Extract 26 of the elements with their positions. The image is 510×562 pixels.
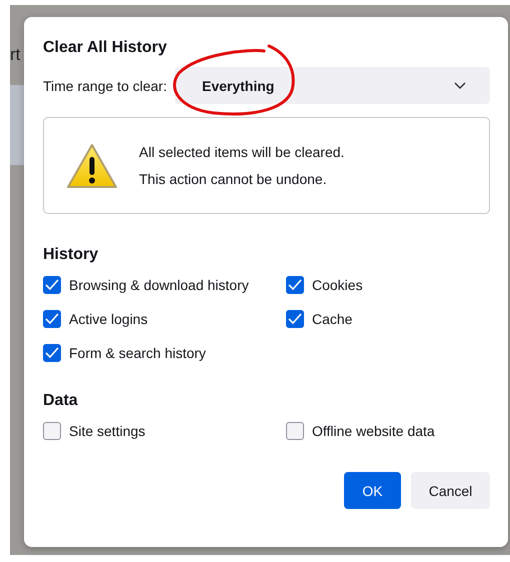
checkbox-label: Cookies <box>312 277 363 293</box>
checkbox[interactable] <box>43 422 61 440</box>
warning-icon <box>66 142 118 188</box>
checkbox[interactable] <box>286 310 304 328</box>
checkbox[interactable] <box>286 422 304 440</box>
checkbox-label: Offline website data <box>312 423 435 439</box>
warning-text: All selected items will be cleared. <box>139 142 344 162</box>
ok-button[interactable]: OK <box>344 472 401 509</box>
warning-text: This action cannot be undone. <box>139 170 328 188</box>
checkbox[interactable] <box>286 276 304 294</box>
checkbox-label: Site settings <box>69 423 146 439</box>
time-range-dropdown[interactable]: Everything <box>174 67 490 104</box>
checkbox[interactable] <box>43 344 61 362</box>
checkbox-label: Form & search history <box>69 345 206 361</box>
checkbox-label: Cache <box>312 311 352 327</box>
checkbox-label: Active logins <box>69 311 148 327</box>
section-heading: History <box>43 246 100 264</box>
section-heading: Data <box>43 392 79 410</box>
checkbox-label: Browsing & download history <box>69 277 249 293</box>
checkbox[interactable] <box>43 276 61 294</box>
dialog-title: Clear All History <box>43 39 168 57</box>
chevron-down-icon <box>454 82 466 89</box>
background-text: rt <box>10 45 22 65</box>
cancel-button[interactable]: Cancel <box>411 472 490 509</box>
checkbox[interactable] <box>43 310 61 328</box>
time-range-label: Time range to clear: <box>43 78 167 94</box>
